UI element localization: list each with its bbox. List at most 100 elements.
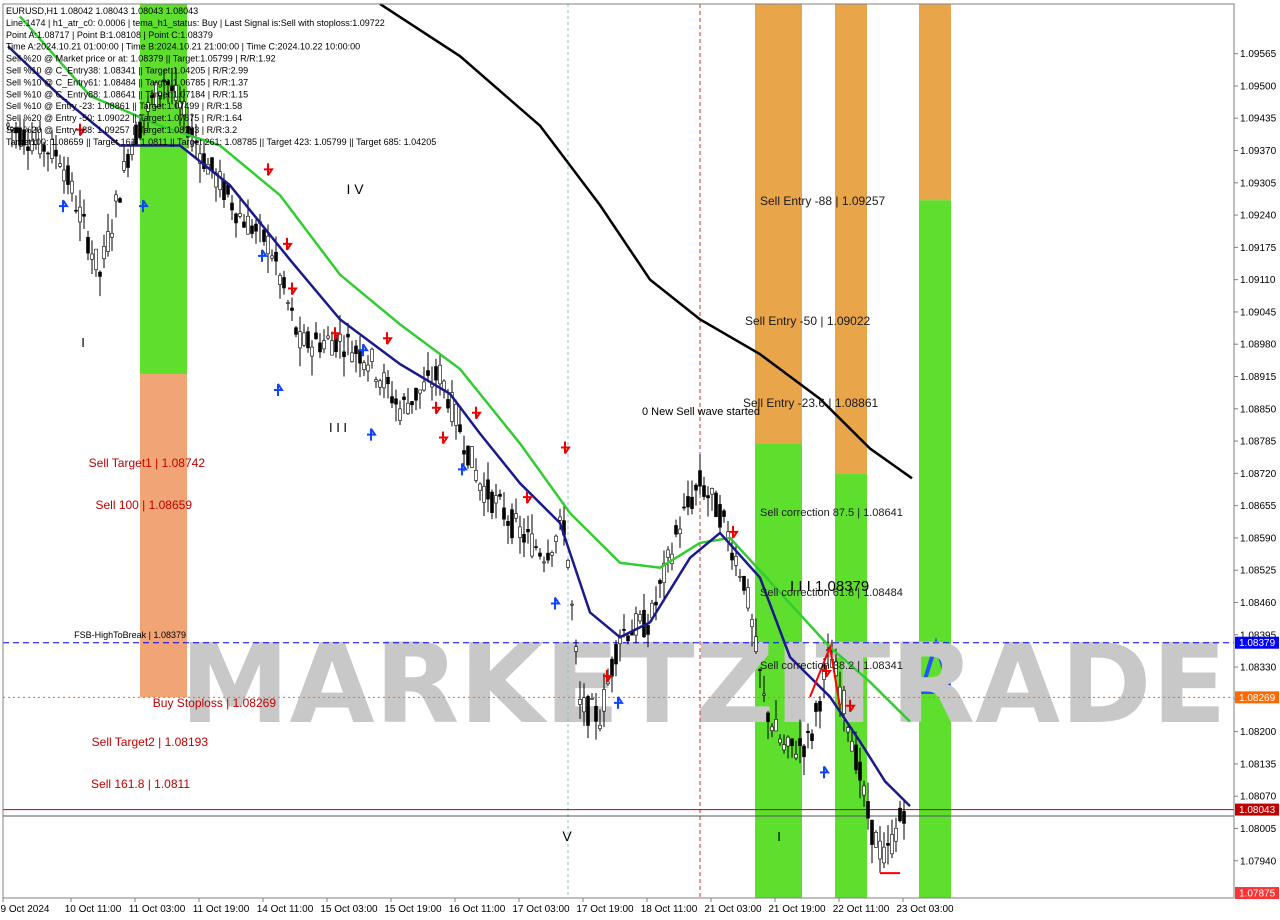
candle-body <box>318 342 322 353</box>
time-tick-label: 10 Oct 11:00 <box>65 904 122 915</box>
price-tick-label: 1.08070 <box>1240 792 1277 803</box>
candle-body <box>110 233 114 238</box>
annotation-label: Sell correction 38.2 | 1.08341 <box>760 660 903 672</box>
candle-body <box>718 504 722 528</box>
info-line: Sell %10 @ C_Entry88: 1.08641 || Target:… <box>6 89 248 99</box>
price-tick-label: 1.08135 <box>1240 759 1277 770</box>
candle-body <box>678 528 682 535</box>
candle-body <box>790 738 794 746</box>
candle-body <box>702 485 706 497</box>
price-tag-label: 1.08379 <box>1239 638 1276 649</box>
candle-body <box>878 840 882 860</box>
zone-far-orange <box>919 4 951 201</box>
price-tag-label: 1.07875 <box>1239 889 1276 900</box>
candle-body <box>722 510 726 517</box>
candle-body <box>26 146 30 151</box>
candle-body <box>766 712 770 723</box>
candle-body <box>570 603 574 606</box>
candle-body <box>674 525 678 535</box>
price-tick-label: 1.09240 <box>1240 211 1277 222</box>
candle-body <box>502 507 506 520</box>
candle-body <box>762 693 766 696</box>
candle-body <box>510 509 514 539</box>
wave-label: I <box>81 335 85 350</box>
annotation-label: Sell 100 | 1.08659 <box>95 498 192 512</box>
candle-body <box>90 253 94 260</box>
info-line: Sell %20 @ Entry -88: 1.09257 || Target:… <box>6 125 237 135</box>
annotation-label: I I I 1.08379 <box>790 578 869 595</box>
candle-body <box>806 730 810 734</box>
candle-body <box>626 635 630 642</box>
candle-body <box>462 450 466 455</box>
candle-body <box>98 271 102 277</box>
wave-label: I I I <box>329 420 347 435</box>
candle-body <box>66 165 70 185</box>
time-tick-label: 16 Oct 11:00 <box>449 904 506 915</box>
price-tick-label: 1.09305 <box>1240 178 1277 189</box>
candle-body <box>122 161 126 171</box>
candle-body <box>290 307 294 311</box>
candle-body <box>546 552 550 561</box>
time-tick-label: 23 Oct 03:00 <box>896 904 954 915</box>
candle-body <box>786 736 790 747</box>
candle-body <box>798 738 802 747</box>
info-line: Sell %10 @ Entry -23: 1.08861 || Target:… <box>6 101 242 111</box>
info-line: Sell %10 @ C_Entry38: 1.08341 || Target:… <box>6 66 248 76</box>
candle-body <box>854 744 858 771</box>
time-tick-label: 14 Oct 11:00 <box>257 904 314 915</box>
candle-body <box>698 470 702 487</box>
candle-body <box>62 169 66 182</box>
candle-body <box>514 513 518 519</box>
candle-body <box>426 370 430 376</box>
price-tick-label: 1.08785 <box>1240 437 1277 448</box>
candle-body <box>558 516 562 521</box>
time-tick-label: 11 Oct 03:00 <box>129 904 186 915</box>
time-tick-label: 15 Oct 03:00 <box>320 904 378 915</box>
time-tick-label: 15 Oct 19:00 <box>384 904 442 915</box>
candle-body <box>454 404 458 426</box>
candle-body <box>346 333 350 338</box>
candle-body <box>118 198 122 203</box>
candle-body <box>86 236 90 254</box>
candle-body <box>394 398 398 405</box>
candle-body <box>850 741 854 752</box>
time-tick-label: 18 Oct 11:00 <box>641 904 698 915</box>
candle-body <box>106 231 110 252</box>
candle-body <box>218 171 222 190</box>
candle-body <box>814 703 818 712</box>
price-tick-label: 1.09110 <box>1240 275 1276 286</box>
price-tick-label: 1.08590 <box>1240 533 1277 544</box>
candle-body <box>618 637 622 644</box>
price-tag-label: 1.08043 <box>1239 805 1276 816</box>
candle-body <box>234 213 238 224</box>
candle-body <box>598 724 602 730</box>
candle-body <box>518 526 522 538</box>
candle-body <box>746 587 750 609</box>
price-tick-label: 1.09565 <box>1240 49 1277 60</box>
candle-body <box>610 658 614 677</box>
candle-body <box>486 479 490 500</box>
candle-body <box>262 229 266 242</box>
candle-body <box>622 629 626 631</box>
candle-body <box>222 179 226 200</box>
info-line: Time A:2024.10.21 01:00:00 | Time B:2024… <box>6 42 360 52</box>
price-tick-label: 1.09435 <box>1240 114 1277 125</box>
candle-body <box>534 546 538 548</box>
price-tick-label: 1.08330 <box>1240 663 1277 674</box>
candle-body <box>862 785 866 796</box>
candle-body <box>410 401 414 406</box>
annotation-label: Buy Stoploss | 1.08269 <box>153 696 277 710</box>
candle-body <box>866 801 870 819</box>
candle-body <box>266 235 270 255</box>
candle-body <box>478 483 482 491</box>
candle-body <box>418 389 422 394</box>
candle-body <box>238 213 242 217</box>
candle-body <box>550 552 554 556</box>
candle-body <box>614 643 618 665</box>
candle-body <box>682 506 686 509</box>
candle-body <box>422 381 426 391</box>
candle-body <box>386 376 390 385</box>
candle-body <box>526 529 530 533</box>
candle-body <box>694 484 698 491</box>
candle-body <box>458 424 462 433</box>
